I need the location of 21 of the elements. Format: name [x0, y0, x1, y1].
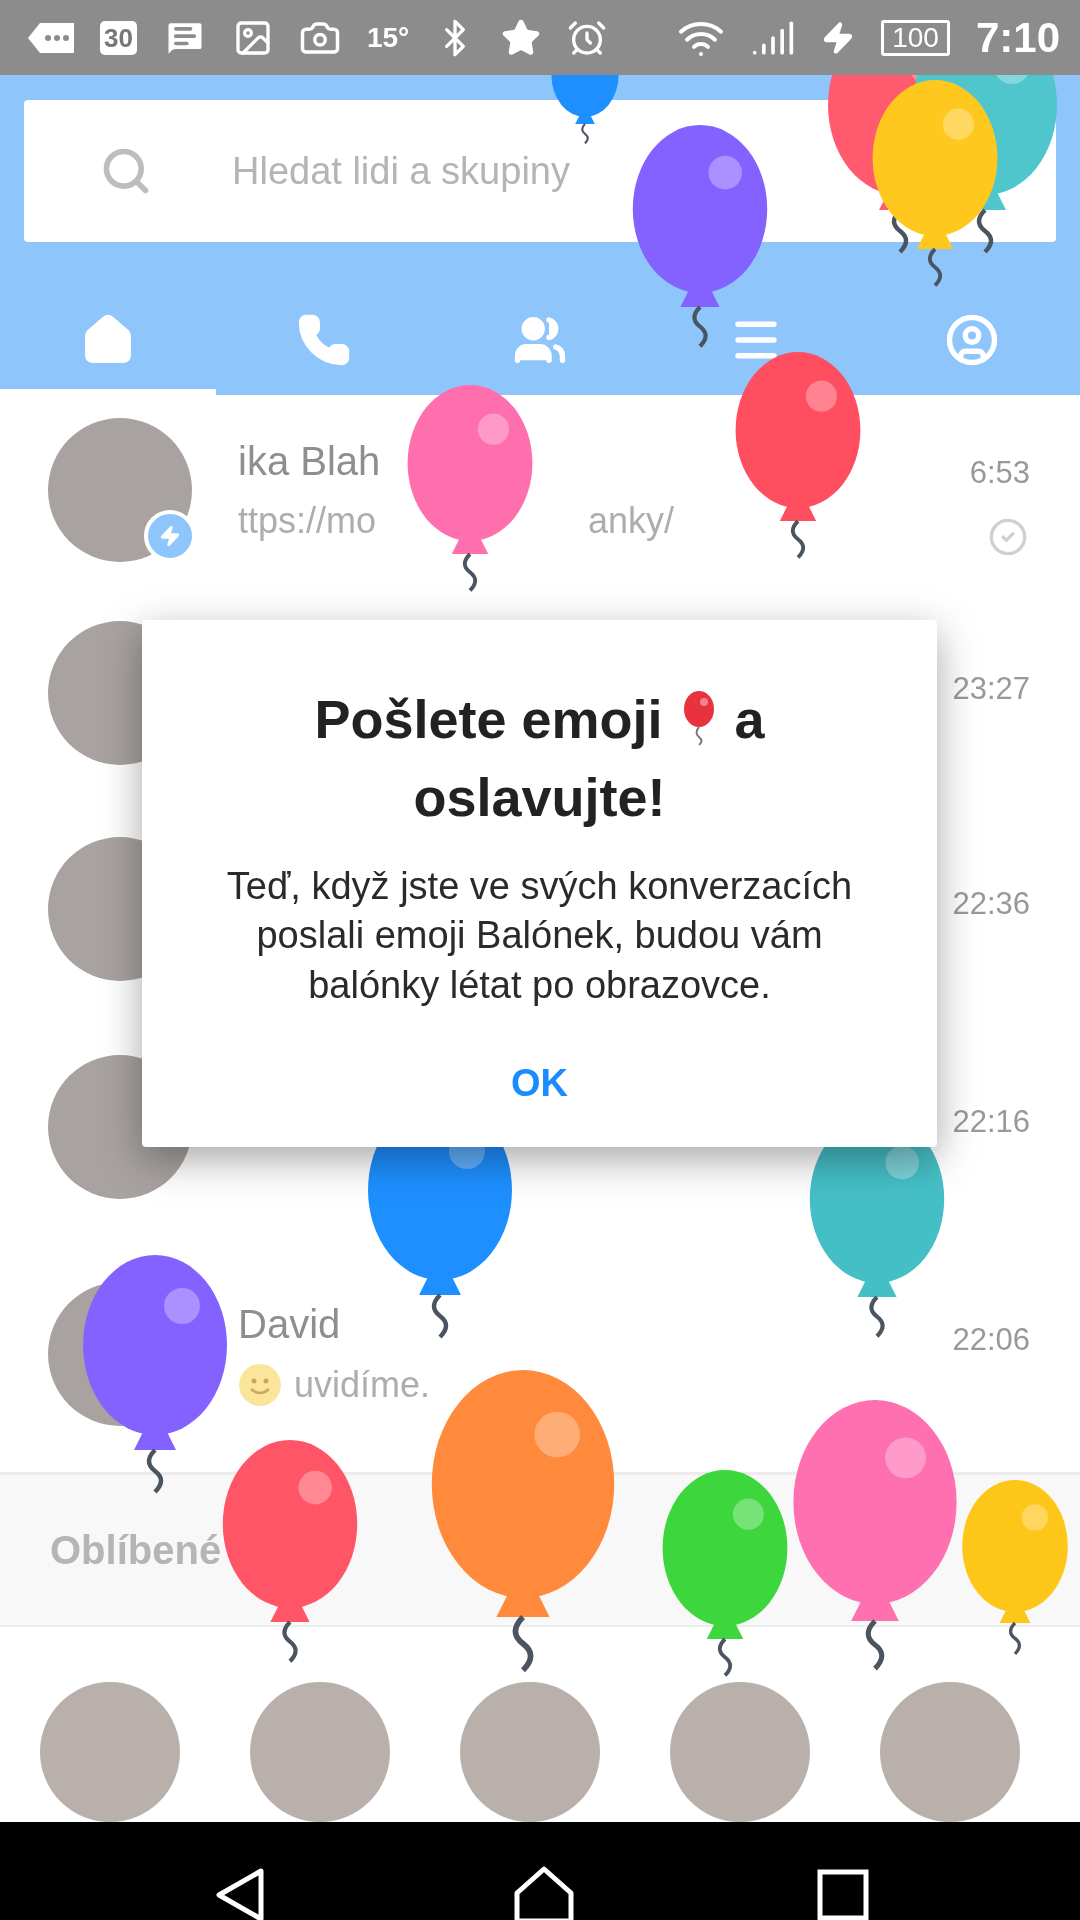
calendar-day: 30 — [100, 20, 137, 55]
contact-name: ika Blah — [238, 438, 381, 484]
message-preview: ttps://mo — [238, 499, 377, 542]
search-field[interactable]: Hledat lidi a skupiny — [232, 149, 832, 193]
ok-button[interactable]: OK — [481, 1050, 598, 1118]
dialog-message: Teď, když jste ve svých konverzacích poslali emoji Balónek, budou vám balónky létat po obrazovce. — [225, 864, 854, 1008]
section-heading: Oblíbené — [50, 1527, 222, 1573]
message-time: 23:27 — [952, 671, 1030, 707]
dialog-title: a — [734, 688, 765, 750]
message-preview: anky/ — [588, 499, 675, 542]
clock: 7:10 — [975, 16, 1060, 59]
dialog-title: oslavujte! — [413, 766, 666, 828]
message-time: 22:16 — [952, 1104, 1030, 1140]
contact-name: David — [238, 1301, 341, 1347]
message-time: 6:53 — [969, 455, 1030, 491]
temperature: 15° — [366, 23, 410, 52]
battery-level: 100 — [881, 19, 950, 56]
message-time: 22:36 — [952, 886, 1030, 922]
dialog-title: Pošlete emoji — [314, 688, 663, 750]
message-preview: uvidíme. — [294, 1363, 431, 1406]
message-time: 22:06 — [952, 1322, 1030, 1358]
